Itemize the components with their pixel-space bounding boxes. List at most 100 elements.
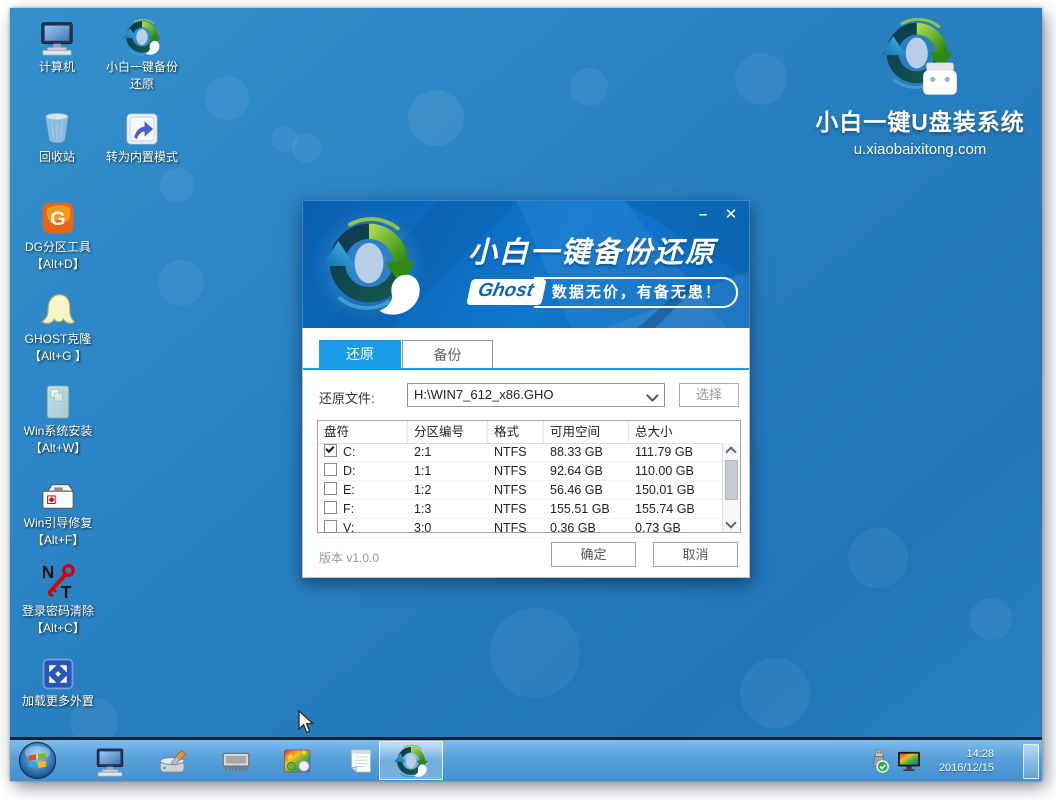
chevron-down-icon	[646, 389, 659, 402]
partition-cell: 3:0	[408, 519, 488, 537]
wallpaper-circle	[158, 260, 204, 306]
format-cell: NTFS	[488, 462, 544, 480]
drive-cell: C:	[343, 445, 356, 459]
cancel-button[interactable]: 取消	[653, 542, 738, 567]
ok-button[interactable]: 确定	[551, 542, 636, 567]
column-header-drive: 盘符	[318, 421, 408, 443]
recycle-bin-icon	[18, 108, 96, 146]
taskbar-clock[interactable]: 14:28 2016/12/15	[928, 747, 994, 775]
tab-backup[interactable]: 备份	[402, 340, 493, 368]
tab-underline	[303, 368, 749, 370]
format-cell: NTFS	[488, 481, 544, 499]
window-controls: – ✕	[693, 207, 741, 225]
taskbar-display-icon[interactable]	[92, 744, 128, 778]
backup-restore-window: – ✕ 小白一键备份还原 Ghost 数据无价，有备无患！ 还原 备份	[302, 200, 750, 578]
total-cell: 150.01 GB	[629, 481, 723, 499]
partition-table-header: 盘符 分区编号 格式 可用空间 总大小	[318, 421, 740, 444]
desktop-icon-win-install[interactable]: Win系统安装 【Alt+W】	[14, 382, 102, 457]
partition-cell: 1:2	[408, 481, 488, 499]
checkbox[interactable]	[324, 482, 337, 495]
wallpaper-circle	[160, 168, 194, 202]
ghost-slogan: 数据无价，有备无患！	[534, 277, 738, 308]
desktop-icon-computer[interactable]: 计算机	[18, 18, 96, 76]
version-label: 版本 v1.0.0	[319, 549, 379, 566]
taskbar-disk-cleanup-icon[interactable]	[155, 744, 191, 778]
partition-table-body: C: 2:1 NTFS 88.33 GB 111.79 GB D: 1:1 NT…	[318, 443, 723, 532]
drive-cell: V:	[343, 521, 354, 535]
desktop-icon-label: 【Alt+W】	[14, 440, 102, 457]
desktop-icon-boot-repair[interactable]: Win引导修复 【Alt+F】	[14, 474, 102, 549]
wallpaper-circle	[292, 133, 322, 163]
desktop-icon-label: 【Alt+F】	[14, 532, 102, 549]
brand-url: u.xiaobaixitong.com	[812, 141, 1028, 158]
sync-arrows-icon	[394, 744, 428, 778]
taskbar-memory-icon[interactable]	[218, 744, 254, 778]
checkbox[interactable]	[324, 463, 337, 476]
taskbar-active-app-xiaobai[interactable]	[379, 741, 443, 780]
column-header-total: 总大小	[629, 421, 723, 443]
partition-cell: 1:1	[408, 462, 488, 480]
show-desktop-button[interactable]	[1023, 744, 1039, 779]
desktop-icon-xiaobai-backup-restore[interactable]: 小白一键备份 还原	[96, 18, 188, 93]
table-row[interactable]: C: 2:1 NTFS 88.33 GB 111.79 GB	[318, 443, 723, 462]
restore-file-value: H:\WIN7_612_x86.GHO	[414, 387, 553, 402]
start-button[interactable]	[18, 741, 57, 780]
partition-cell: 1:3	[408, 500, 488, 518]
desktop-icon-label: 登录密码清除	[12, 603, 104, 620]
wallpaper-circle	[490, 608, 580, 698]
vertical-scrollbar[interactable]	[722, 443, 740, 532]
window-body: 还原 备份 还原文件: H:\WIN7_612_x86.GHO 选择 盘符 分区…	[302, 328, 750, 578]
usb-safely-remove-icon[interactable]	[868, 749, 890, 773]
shortcut-arrow-icon	[92, 108, 192, 146]
wallpaper-circle	[205, 76, 249, 120]
checkbox[interactable]	[324, 520, 337, 533]
desktop-icon-load-more[interactable]: 加载更多外置	[12, 652, 104, 710]
desktop-icon-label: 【Alt+C】	[12, 620, 104, 637]
desktop-icon-label: Win系统安装	[14, 423, 102, 440]
column-header-partition: 分区编号	[408, 421, 488, 443]
drive-cell: F:	[343, 502, 354, 516]
table-row[interactable]: D: 1:1 NTFS 92.64 GB 110.00 GB	[318, 462, 723, 481]
desktop-icon-label: 还原	[96, 76, 188, 93]
partition-cell: 2:1	[408, 443, 488, 461]
scroll-up-icon[interactable]	[723, 443, 739, 458]
scroll-down-icon[interactable]	[723, 517, 739, 532]
usb-sync-logo-icon	[880, 16, 960, 98]
taskbar-theme-tool-icon[interactable]	[280, 744, 316, 778]
scrollbar-thumb[interactable]	[725, 460, 738, 500]
wallpaper-circle	[735, 53, 787, 105]
total-cell: 155.74 GB	[629, 500, 723, 518]
format-cell: NTFS	[488, 519, 544, 537]
installer-card-icon	[14, 382, 102, 420]
restore-file-combobox[interactable]: H:\WIN7_612_x86.GHO	[407, 383, 665, 407]
desktop: 小白一键U盘装系统 u.xiaobaixitong.com 计算机 小白一键备份…	[10, 8, 1042, 781]
free-cell: 56.46 GB	[544, 481, 629, 499]
system-tray: 14:28 2016/12/15	[868, 740, 994, 781]
desktop-icon-internal-mode[interactable]: 转为内置模式	[92, 108, 192, 166]
wallpaper-circle	[570, 68, 608, 106]
tab-restore[interactable]: 还原	[319, 340, 401, 368]
close-button[interactable]: ✕	[721, 207, 741, 225]
desktop-icon-dg-partition-tool[interactable]: G DG分区工具 【Alt+D】	[14, 198, 102, 273]
desktop-icon-password-clear[interactable]: N T 登录密码清除 【Alt+C】	[12, 562, 104, 637]
table-row[interactable]: V: 3:0 NTFS 0.36 GB 0.73 GB	[318, 519, 723, 538]
clock-date: 2016/12/15	[928, 761, 994, 775]
select-file-button[interactable]: 选择	[679, 383, 739, 407]
display-settings-icon[interactable]	[897, 750, 921, 772]
svg-text:T: T	[61, 583, 72, 600]
taskbar-notepad-icon[interactable]	[343, 744, 379, 778]
desktop-icon-ghost-clone[interactable]: GHOST克隆 【Alt+G 】	[14, 290, 102, 365]
minimize-button[interactable]: –	[693, 207, 713, 225]
table-row[interactable]: E: 1:2 NTFS 56.46 GB 150.01 GB	[318, 481, 723, 500]
svg-text:G: G	[50, 208, 65, 230]
wallpaper-circle	[970, 598, 1012, 640]
ghost-badge: Ghost 数据无价，有备无患！	[469, 277, 738, 307]
taskbar: 14:28 2016/12/15	[10, 737, 1042, 781]
partition-table: 盘符 分区编号 格式 可用空间 总大小 C: 2:1 NTFS 88.33 GB…	[317, 420, 741, 533]
desktop-icon-recycle-bin[interactable]: 回收站	[18, 108, 96, 166]
desktop-icon-label: GHOST克隆	[14, 331, 102, 348]
nt-key-icon: N T	[12, 562, 104, 600]
checkbox-checked[interactable]	[324, 444, 337, 457]
table-row[interactable]: F: 1:3 NTFS 155.51 GB 155.74 GB	[318, 500, 723, 519]
checkbox[interactable]	[324, 501, 337, 514]
